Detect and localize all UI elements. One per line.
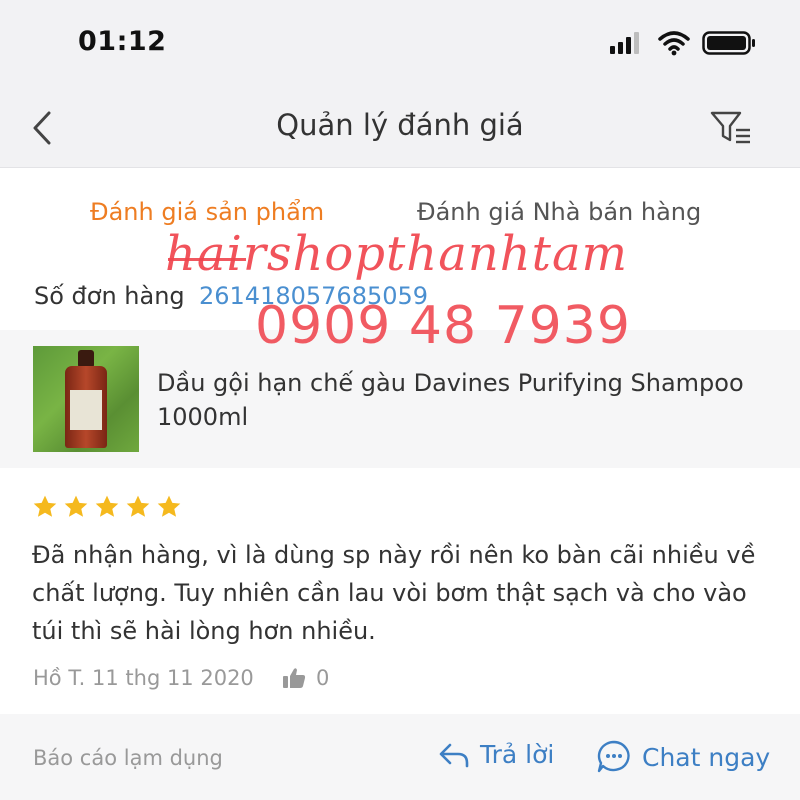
- tab-product-reviews[interactable]: Đánh giá sản phẩm: [90, 198, 324, 226]
- chat-now-label: Chat ngay: [642, 742, 771, 772]
- reply-arrow-icon: [439, 743, 469, 767]
- like-button[interactable]: 0: [282, 666, 329, 690]
- chat-bubble-icon: [597, 740, 630, 773]
- reply-button[interactable]: Trả lời: [438, 740, 554, 769]
- like-count: 0: [316, 666, 330, 690]
- reply-label: Trả lời: [480, 740, 555, 769]
- thumbs-up-icon: [283, 668, 306, 688]
- bottle-label-shape: [70, 390, 102, 430]
- review-tabs: Đánh giá sản phẩm Đánh giá Nhà bán hàng: [0, 168, 800, 258]
- star-icon: [95, 495, 119, 517]
- wifi-icon: [658, 31, 690, 56]
- page-title: Quản lý đánh giá: [276, 108, 524, 142]
- star-icon: [33, 495, 57, 517]
- star-rating: [32, 494, 182, 520]
- order-number-link[interactable]: 261418057685059: [199, 282, 428, 310]
- tab-seller-reviews[interactable]: Đánh giá Nhà bán hàng: [417, 198, 701, 226]
- review-text: Đã nhận hàng, vì là dùng sp này rồi nên …: [32, 541, 756, 645]
- order-row: Số đơn hàng 261418057685059: [0, 258, 800, 330]
- star-icon: [126, 495, 150, 517]
- star-icon: [64, 495, 88, 517]
- chat-now-button[interactable]: Chat ngay: [596, 740, 770, 774]
- signal-icon: [610, 32, 639, 54]
- review-card: Đã nhận hàng, vì là dùng sp này rồi nên …: [0, 468, 800, 714]
- report-abuse-link[interactable]: Báo cáo lạm dụng: [33, 746, 223, 770]
- status-time: 01:12: [78, 26, 167, 57]
- product-bottle-image: [33, 346, 139, 452]
- product-name: Dầu gội hạn chế gàu Davines Purifying Sh…: [157, 369, 744, 431]
- nav-bar: Quản lý đánh giá: [0, 90, 800, 168]
- product-row[interactable]: Dầu gội hạn chế gàu Davines Purifying Sh…: [0, 330, 800, 468]
- order-number-label: Số đơn hàng: [34, 282, 185, 310]
- battery-icon: [702, 31, 755, 55]
- action-bar: Báo cáo lạm dụng Trả lời Chat ngay: [0, 714, 800, 800]
- review-author-date: Hồ T. 11 thg 11 2020: [33, 666, 254, 690]
- status-bar: 01:12: [0, 0, 800, 90]
- filter-button[interactable]: [708, 108, 756, 148]
- filter-list-icon: [710, 111, 750, 144]
- star-icon: [157, 495, 181, 517]
